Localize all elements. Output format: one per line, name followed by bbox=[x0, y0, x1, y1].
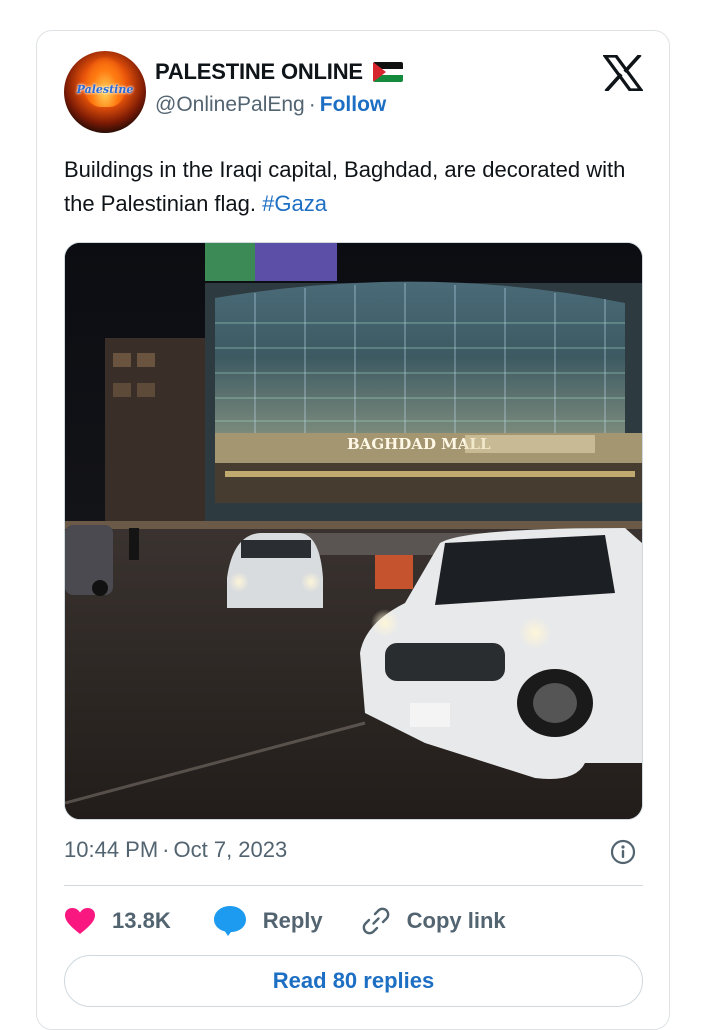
tweet-card: Palestine PALESTINE ONLINE @OnlinePalEng… bbox=[36, 30, 670, 1030]
like-button[interactable]: 13.8K bbox=[64, 907, 171, 935]
reply-label: Reply bbox=[262, 908, 323, 933]
read-replies-button[interactable]: Read 80 replies bbox=[64, 955, 643, 1007]
tweet-photo[interactable]: BAGHDAD MALL bbox=[64, 242, 643, 820]
separator: · bbox=[162, 837, 170, 862]
copy-link-button[interactable]: Copy link bbox=[361, 906, 506, 936]
author-handle[interactable]: @OnlinePalEng bbox=[155, 93, 305, 116]
author-avatar[interactable]: Palestine bbox=[64, 51, 146, 133]
tweet-body: Buildings in the Iraqi capital, Baghdad,… bbox=[64, 157, 626, 216]
tweet-time: 10:44 PM bbox=[64, 837, 159, 862]
speech-bubble-icon bbox=[213, 906, 246, 936]
baghdad-mall-photo: BAGHDAD MALL bbox=[65, 243, 642, 819]
tweet-text: Buildings in the Iraqi capital, Baghdad,… bbox=[64, 153, 644, 221]
author-display-name-row[interactable]: PALESTINE ONLINE bbox=[155, 59, 403, 85]
reply-button[interactable]: Reply bbox=[213, 905, 323, 937]
like-count: 13.8K bbox=[112, 908, 171, 933]
avatar-flame-graphic bbox=[84, 57, 126, 107]
info-icon[interactable] bbox=[610, 839, 636, 865]
divider bbox=[64, 885, 643, 886]
link-icon bbox=[362, 907, 389, 935]
copy-link-label: Copy link bbox=[406, 908, 506, 933]
author-display-name[interactable]: PALESTINE ONLINE bbox=[155, 59, 363, 85]
avatar-logo-text: Palestine bbox=[76, 83, 134, 96]
author-handle-row: @OnlinePalEng · Follow bbox=[155, 93, 386, 117]
follow-button[interactable]: Follow bbox=[320, 93, 387, 116]
tweet-actions: 13.8K Reply Copy link bbox=[64, 901, 506, 941]
palestine-flag-icon bbox=[372, 62, 403, 82]
x-logo-icon[interactable] bbox=[603, 55, 643, 91]
separator: · bbox=[308, 93, 316, 116]
tweet-date: Oct 7, 2023 bbox=[173, 837, 288, 862]
hashtag-link[interactable]: #Gaza bbox=[262, 191, 327, 216]
tweet-timestamp[interactable]: 10:44 PM · Oct 7, 2023 bbox=[64, 837, 287, 863]
heart-icon bbox=[65, 908, 95, 934]
